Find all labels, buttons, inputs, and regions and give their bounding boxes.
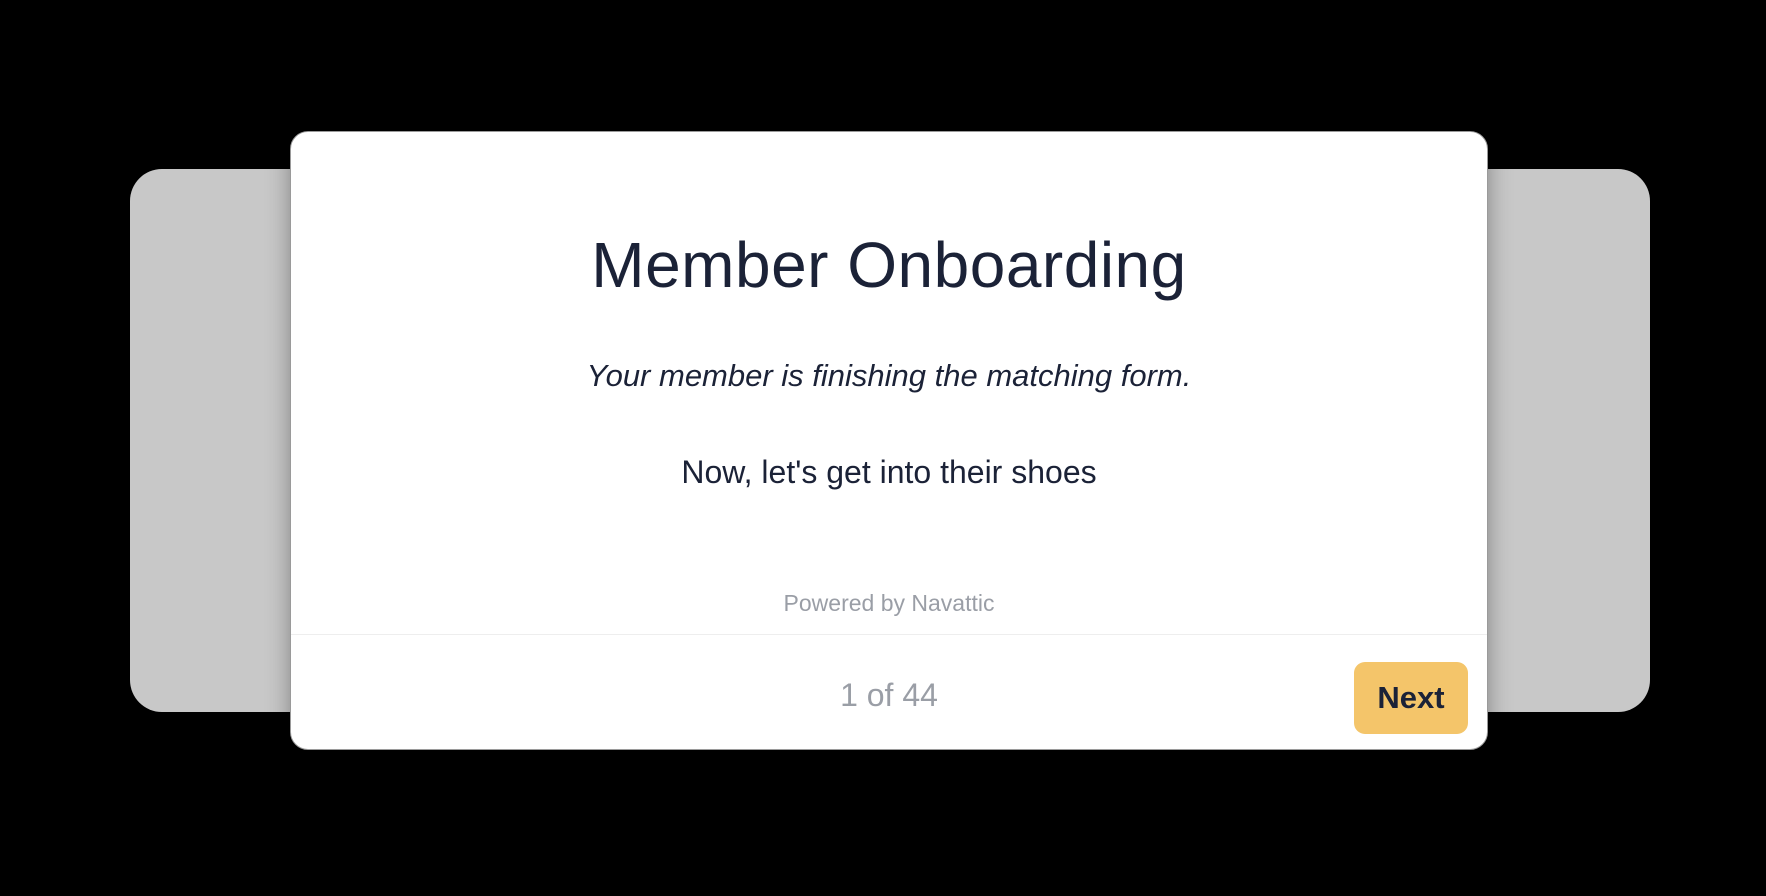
modal-body-text: Now, let's get into their shoes xyxy=(681,454,1097,490)
onboarding-modal: Member Onboarding Your member is finishi… xyxy=(290,131,1488,750)
modal-title: Member Onboarding xyxy=(591,229,1187,301)
step-counter: 1 of 44 xyxy=(840,677,938,713)
next-button[interactable]: Next xyxy=(1354,662,1468,734)
footer-divider xyxy=(291,634,1487,635)
powered-by-link[interactable]: Powered by Navattic xyxy=(291,588,1487,618)
modal-subtitle: Your member is finishing the matching fo… xyxy=(586,358,1192,393)
